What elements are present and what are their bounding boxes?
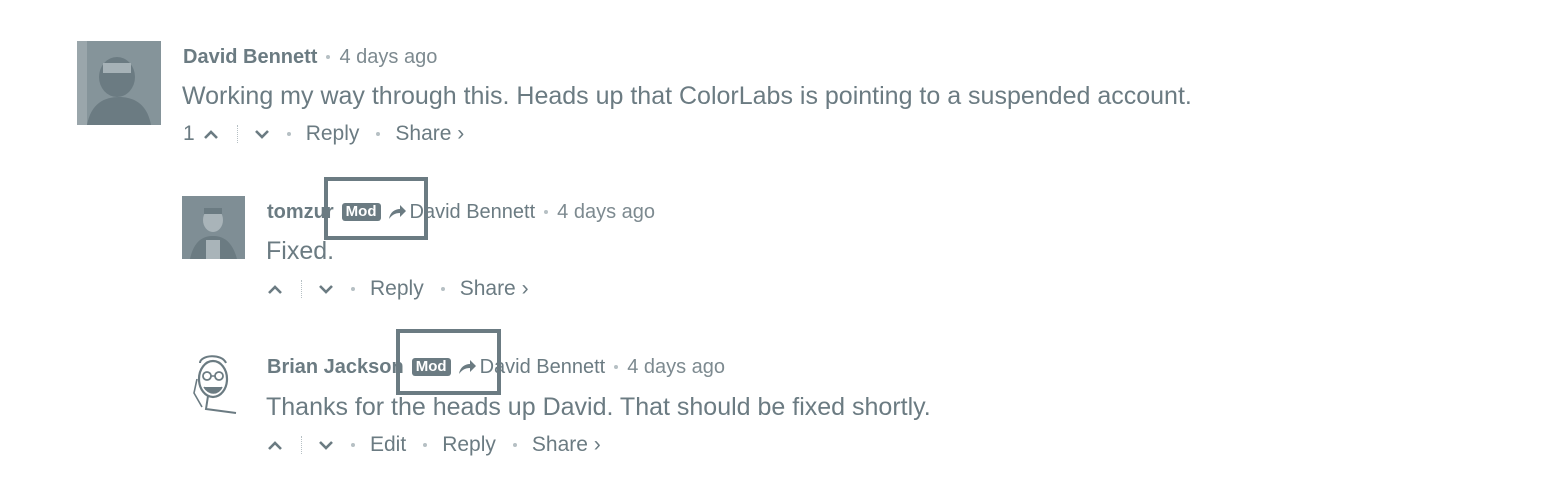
comment-header: David Bennett 4 days ago	[183, 45, 437, 69]
share-button[interactable]: Share ›	[395, 122, 464, 146]
comment-header: Brian Jackson Mod David Bennett 4 days a…	[267, 355, 725, 379]
comment-thread: David Bennett 4 days ago Working my way …	[0, 0, 1556, 477]
comment-text: Fixed.	[266, 237, 335, 265]
timestamp[interactable]: 4 days ago	[339, 46, 437, 69]
edit-button[interactable]: Edit	[370, 433, 406, 457]
mod-badge: Mod	[341, 203, 381, 221]
separator-dot	[440, 287, 445, 291]
comment-text: Working my way through this. Heads up th…	[182, 82, 1192, 110]
vote-divider	[301, 280, 302, 298]
separator-dot	[614, 365, 619, 369]
chevron-down-icon[interactable]	[318, 439, 334, 451]
separator-dot	[326, 55, 331, 59]
author-name[interactable]: David Bennett	[183, 46, 317, 69]
chevron-up-icon[interactable]	[203, 128, 219, 140]
vote-divider	[301, 436, 302, 454]
comment-actions: Edit Reply Share ›	[267, 432, 601, 458]
separator-dot	[512, 443, 517, 447]
author-name[interactable]: tomzur	[267, 201, 334, 224]
comment-actions: 1 Reply Share ›	[183, 121, 464, 147]
reply-button[interactable]: Reply	[370, 277, 424, 301]
share-arrow-icon	[458, 360, 476, 374]
share-arrow-icon	[388, 205, 406, 219]
separator-dot	[544, 210, 549, 214]
timestamp[interactable]: 4 days ago	[627, 356, 725, 379]
separator-dot	[376, 132, 381, 136]
share-button[interactable]: Share ›	[532, 433, 601, 457]
reply-button[interactable]: Reply	[442, 433, 496, 457]
share-button[interactable]: Share ›	[460, 277, 529, 301]
avatar[interactable]	[182, 349, 245, 415]
avatar[interactable]	[77, 41, 161, 125]
comment-text: Thanks for the heads up David. That shou…	[266, 393, 931, 421]
mod-badge: Mod	[411, 358, 451, 376]
avatar[interactable]	[182, 196, 245, 259]
comment-actions: Reply Share ›	[267, 276, 529, 302]
author-name[interactable]: Brian Jackson	[267, 356, 404, 379]
vote-divider	[236, 125, 238, 143]
chevron-up-icon[interactable]	[267, 283, 283, 295]
chevron-down-icon[interactable]	[318, 283, 334, 295]
separator-dot	[423, 443, 428, 447]
chevron-down-icon[interactable]	[254, 128, 270, 140]
reply-to-author[interactable]: David Bennett	[480, 356, 606, 379]
chevron-up-icon[interactable]	[267, 439, 283, 451]
separator-dot	[351, 287, 355, 291]
separator-dot	[351, 443, 355, 447]
separator-dot	[286, 132, 291, 136]
timestamp[interactable]: 4 days ago	[557, 201, 655, 224]
vote-count: 1	[183, 122, 195, 145]
reply-to-author[interactable]: David Bennett	[410, 201, 536, 224]
reply-button[interactable]: Reply	[306, 122, 360, 146]
comment-header: tomzur Mod David Bennett 4 days ago	[267, 200, 655, 224]
